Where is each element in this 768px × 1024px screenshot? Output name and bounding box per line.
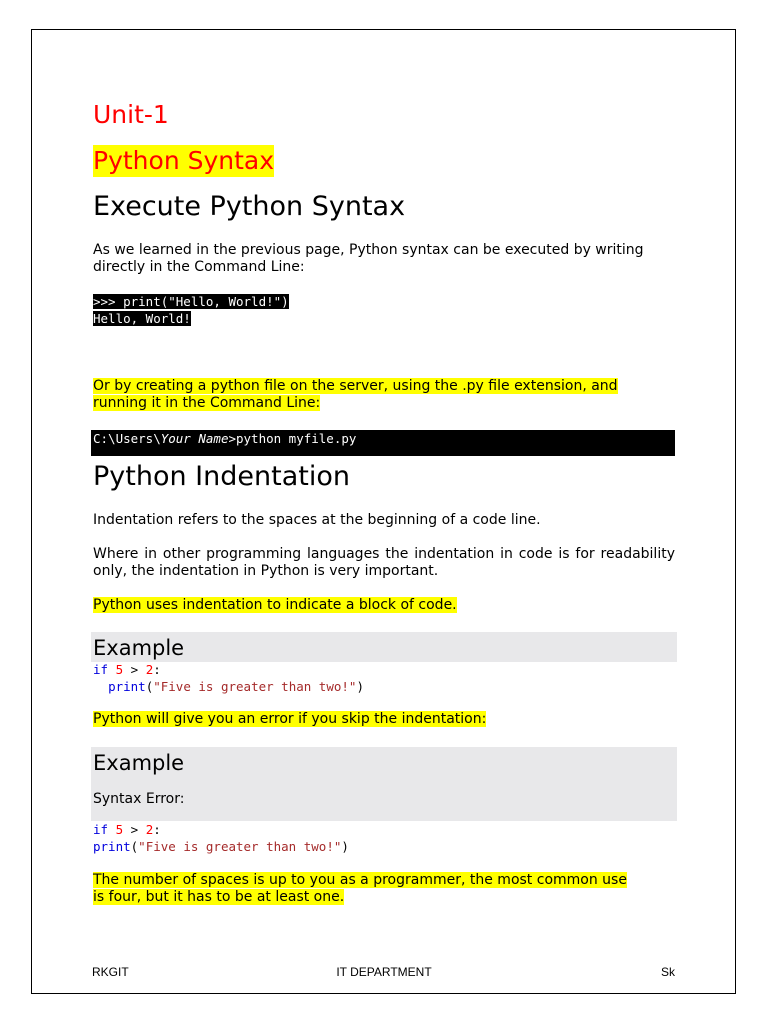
code-keyword: if bbox=[93, 822, 109, 837]
command-line-block: C:\Users\Your Name>python myfile.py bbox=[91, 430, 675, 456]
example-header-2: Example Syntax Error: bbox=[91, 747, 677, 821]
example-title: Example bbox=[93, 636, 185, 660]
heading-execute-python-syntax: Execute Python Syntax bbox=[93, 191, 406, 222]
example-subtitle: Syntax Error: bbox=[93, 791, 185, 807]
code-string: "Five is greater than two!" bbox=[138, 838, 342, 854]
text-line: Python will give you an error if you ski… bbox=[93, 711, 487, 727]
text-line: Or by creating a python file on the serv… bbox=[93, 378, 618, 394]
document-page: Unit-1 Python Syntax Execute Python Synt… bbox=[0, 0, 768, 1024]
text-line: running it in the Command Line: bbox=[93, 395, 321, 411]
paragraph-python-file: Or by creating a python file on the serv… bbox=[93, 378, 675, 412]
text-line: The number of spaces is up to you as a p… bbox=[93, 872, 627, 888]
paragraph-indentation-importance: Where in other programming languages the… bbox=[93, 546, 675, 579]
code-keyword: if bbox=[93, 662, 109, 677]
code-block-hello: >>> print("Hello, World!") Hello, World! bbox=[93, 294, 289, 327]
code-line: >>> print("Hello, World!") bbox=[93, 294, 289, 309]
paragraph-spaces: The number of spaces is up to you as a p… bbox=[93, 872, 675, 906]
footer-right: Sk bbox=[660, 965, 675, 979]
paragraph-intro: As we learned in the previous page, Pyth… bbox=[93, 242, 644, 275]
paragraph-error-warning: Python will give you an error if you ski… bbox=[93, 711, 675, 728]
code-op: : bbox=[153, 822, 161, 837]
heading-python-indentation: Python Indentation bbox=[93, 461, 350, 492]
code-string: "Five is greater than two!" bbox=[153, 678, 357, 694]
paragraph-block: Python uses indentation to indicate a bl… bbox=[93, 597, 675, 614]
cmd-text: C:\Users\ bbox=[93, 431, 161, 446]
section-title: Python Syntax bbox=[93, 145, 275, 177]
code-example-error: if 5 > 2: print("Five is greater than tw… bbox=[93, 822, 349, 855]
unit-label: Unit-1 bbox=[93, 100, 169, 129]
example-title: Example bbox=[93, 751, 185, 775]
code-keyword: print bbox=[108, 678, 146, 694]
footer-center: IT DEPARTMENT bbox=[336, 965, 432, 979]
cmd-italic: Your Name bbox=[160, 431, 229, 446]
code-example-correct: if 5 > 2: print("Five is greater than tw… bbox=[93, 662, 364, 695]
code-number: 5 bbox=[115, 662, 124, 677]
code-op: ) bbox=[356, 678, 364, 694]
code-op: > bbox=[123, 662, 146, 677]
code-op: : bbox=[153, 662, 161, 677]
code-number: 5 bbox=[115, 822, 124, 837]
paragraph-indentation-def: Indentation refers to the spaces at the … bbox=[93, 512, 541, 528]
code-op: ) bbox=[341, 838, 349, 854]
cmd-text: >python myfile.py bbox=[228, 431, 357, 446]
code-line: Hello, World! bbox=[93, 310, 191, 326]
example-header: Example bbox=[91, 632, 677, 662]
text-line: is four, but it has to be at least one. bbox=[93, 889, 345, 905]
code-op: > bbox=[123, 822, 146, 837]
code-keyword: print bbox=[93, 838, 131, 854]
text-line: Python uses indentation to indicate a bl… bbox=[93, 597, 457, 613]
